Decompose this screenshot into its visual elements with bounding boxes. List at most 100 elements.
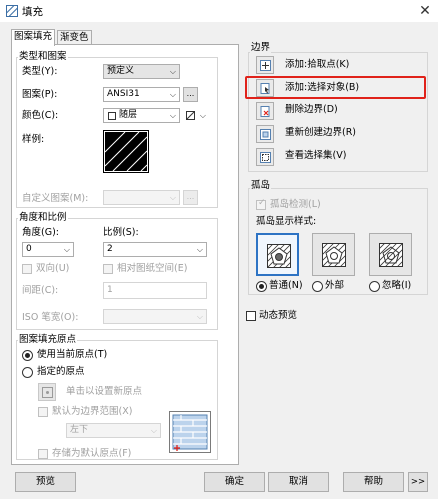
double-checkbox[interactable] (22, 264, 32, 274)
pick-points-icon (260, 60, 271, 71)
view-selection-button[interactable] (256, 148, 274, 166)
angle-select-value: 0 (26, 244, 32, 254)
help-button[interactable]: 帮助 (343, 472, 404, 492)
current-origin-radio[interactable] (22, 350, 33, 361)
ok-button[interactable]: 确定 (204, 472, 265, 492)
hatch-app-icon (6, 5, 18, 17)
hatch-swatch-preview[interactable] (103, 130, 149, 173)
double-label: 双向(U) (36, 263, 70, 274)
spacing-label: 间距(C): (22, 285, 59, 296)
chevron-down-icon: ⌵ (169, 90, 176, 99)
select-objects-icon (260, 83, 270, 94)
island-outer-icon (322, 243, 346, 267)
chevron-down-icon: ⌵ (63, 245, 70, 254)
dynamic-preview-label: 动态预览 (259, 310, 298, 321)
title-bar (0, 0, 438, 22)
island-outer-label: 外部 (325, 280, 345, 291)
store-default-label: 存储为默认原点(F) (52, 448, 132, 459)
origin-position-select[interactable]: 左下 ⌵ (66, 423, 161, 438)
color-select[interactable]: 随层 ⌵ (103, 108, 180, 123)
origin-position-value: 左下 (70, 425, 89, 435)
tab-gradient[interactable]: 渐变色 (57, 30, 92, 45)
pick-point-icon (42, 387, 53, 398)
iso-pen-select[interactable]: ⌵ (103, 309, 207, 324)
island-detect-label: 孤岛检测(L) (270, 199, 321, 210)
current-origin-label: 使用当前原点(T) (37, 349, 108, 360)
spacing-input[interactable]: 1 (103, 282, 207, 299)
pick-points-label[interactable]: 添加:拾取点(K) (285, 59, 349, 71)
recreate-boundary-icon (260, 129, 271, 140)
type-select[interactable]: 预定义 ⌵ (103, 64, 180, 79)
remove-boundary-button[interactable] (256, 102, 274, 120)
tab-hatch[interactable]: 图案填充 (11, 29, 56, 46)
pattern-browse-button[interactable]: ... (183, 87, 198, 102)
pattern-select-value: ANSI31 (107, 89, 140, 99)
group-title-boundary: 边界 (250, 42, 272, 53)
set-origin-label: 单击以设置新原点 (66, 386, 143, 397)
close-icon[interactable]: ✕ (416, 2, 434, 20)
more-options-button[interactable]: >> (408, 472, 428, 492)
window-title: 填充 (22, 6, 43, 18)
color-swatch-icon (108, 112, 116, 120)
specified-origin-label: 指定的原点 (37, 366, 85, 377)
relative-checkbox[interactable] (103, 264, 113, 274)
chevron-down-icon: ⌵ (196, 312, 203, 321)
pattern-select[interactable]: ANSI31 ⌵ (103, 87, 180, 102)
pick-points-button[interactable] (256, 56, 274, 74)
default-extent-label: 默认为边界范围(X) (52, 406, 133, 417)
chevron-down-icon: ⌵ (169, 193, 176, 202)
chevron-down-icon: ⌵ (150, 426, 157, 435)
group-title-angle-scale: 角度和比例 (18, 212, 68, 223)
iso-pen-label: ISO 笔宽(O): (22, 312, 79, 323)
group-title-origin: 图案填充原点 (18, 334, 78, 345)
scale-select[interactable]: 2 ⌵ (103, 242, 207, 257)
color-label: 颜色(C): (22, 110, 59, 121)
preview-button[interactable]: 预览 (15, 472, 76, 492)
specified-origin-radio[interactable] (22, 367, 33, 378)
island-normal-icon (267, 244, 291, 268)
chevron-down-icon: ⌵ (196, 245, 203, 254)
custom-pattern-browse-button[interactable]: ... (183, 190, 198, 205)
recreate-boundary-label[interactable]: 重新创建边界(R) (285, 127, 356, 139)
group-title-type-pattern: 类型和图案 (18, 51, 68, 62)
chevron-down-icon: ⌵ (169, 67, 176, 76)
island-style-label: 孤岛显示样式: (256, 216, 317, 227)
custom-pattern-select[interactable]: ⌵ (103, 190, 180, 205)
scale-select-value: 2 (107, 244, 113, 254)
island-ignore-preview[interactable] (369, 233, 412, 276)
island-outer-radio[interactable] (312, 281, 323, 292)
angle-label: 角度(G): (22, 227, 59, 238)
view-selection-icon (260, 152, 271, 163)
island-ignore-icon (379, 243, 403, 267)
island-normal-preview[interactable] (256, 233, 299, 276)
remove-boundary-label[interactable]: 删除边界(D) (285, 104, 338, 116)
dynamic-preview-checkbox[interactable] (246, 311, 256, 321)
island-normal-radio[interactable] (256, 281, 267, 292)
island-outer-preview[interactable] (312, 233, 355, 276)
store-default-checkbox[interactable] (38, 449, 48, 459)
scale-label: 比例(S): (103, 227, 139, 238)
chevron-down-icon: ⌵ (169, 111, 176, 120)
island-ignore-label: 忽略(I) (382, 280, 412, 291)
relative-label: 相对图纸空间(E) (117, 263, 188, 274)
chevron-down-icon: ⌵ (199, 111, 206, 120)
select-objects-label[interactable]: 添加:选择对象(B) (285, 82, 359, 94)
type-select-value: 预定义 (107, 66, 135, 76)
island-ignore-radio[interactable] (369, 281, 380, 292)
swatch-label: 样例: (22, 134, 45, 145)
angle-select[interactable]: 0 ⌵ (22, 242, 74, 257)
view-selection-label[interactable]: 查看选择集(V) (285, 150, 346, 162)
type-label: 类型(Y): (22, 66, 58, 77)
recreate-boundary-button[interactable] (256, 125, 274, 143)
default-extent-checkbox[interactable] (38, 407, 48, 417)
remove-boundary-icon (260, 106, 270, 117)
set-origin-button[interactable] (38, 383, 56, 401)
select-objects-button[interactable] (256, 79, 274, 97)
cancel-button[interactable]: 取消 (268, 472, 329, 492)
island-normal-label: 普通(N) (269, 280, 303, 291)
pattern-label: 图案(P): (22, 89, 58, 100)
island-detect-checkbox[interactable] (256, 198, 266, 210)
group-title-islands: 孤岛 (250, 180, 272, 191)
color-select-value: 随层 (119, 110, 138, 120)
background-color-select[interactable]: ⌵ (185, 108, 210, 123)
